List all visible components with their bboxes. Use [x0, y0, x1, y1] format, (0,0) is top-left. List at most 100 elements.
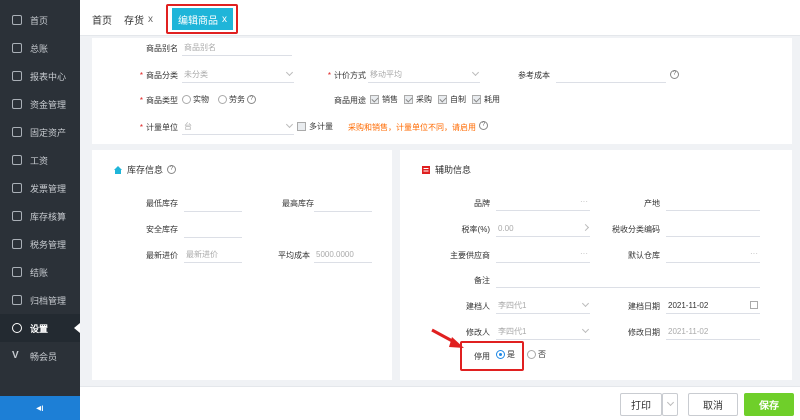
safe-stock-input[interactable]	[184, 222, 242, 238]
sidebar-item-funds[interactable]: 资金管理	[0, 90, 80, 118]
checkbox-icon	[404, 95, 413, 104]
help-icon[interactable]: ?	[167, 165, 177, 174]
home-icon	[114, 165, 122, 174]
disabled-label: 停用	[474, 352, 490, 361]
sidebar-item-assets[interactable]: 固定资产	[0, 118, 80, 146]
vip-icon: V	[12, 350, 19, 361]
cancel-button[interactable]: 取消	[688, 393, 738, 416]
modify-date-label: 修改日期	[628, 328, 660, 337]
help-icon[interactable]: ?	[479, 121, 488, 130]
salary-icon	[12, 155, 22, 165]
sidebar-item-inventory[interactable]: 库存核算	[0, 202, 80, 230]
more-icon: ···	[750, 249, 758, 258]
type-option-service[interactable]: 劳务	[218, 94, 245, 105]
category-select[interactable]: 未分类	[182, 67, 294, 83]
pricing-select[interactable]: 移动平均	[368, 67, 480, 83]
radio-icon	[527, 350, 536, 359]
sidebar-item-checkout[interactable]: 结账	[0, 258, 80, 286]
usage-option-consume[interactable]: 耗用	[472, 94, 500, 105]
pricing-label: * 计价方式	[327, 71, 366, 80]
chevron-down-icon	[285, 120, 294, 129]
tab-bar: 首页 存货 x 编辑商品 x	[80, 0, 800, 36]
default-warehouse-label: 默认仓库	[628, 251, 660, 260]
avg-cost-input[interactable]: 5000.0000	[314, 247, 372, 263]
chevron-down-icon	[471, 68, 480, 77]
sidebar-item-label: 设置	[30, 323, 49, 334]
usage-option-purchase[interactable]: 采购	[404, 94, 432, 105]
archive-icon	[12, 295, 22, 305]
ref-cost-input[interactable]	[556, 67, 666, 83]
sidebar-item-settings[interactable]: 设置	[0, 314, 80, 342]
tax-rate-input[interactable]: 0.00	[496, 221, 590, 237]
sidebar-item-tax[interactable]: 税务管理	[0, 230, 80, 258]
sidebar-item-label: 固定资产	[30, 127, 67, 138]
invoice-icon	[12, 183, 22, 193]
note-input[interactable]	[496, 272, 760, 288]
supplier-input[interactable]: ···	[496, 247, 590, 263]
sidebar-item-invoice[interactable]: 发票管理	[0, 174, 80, 202]
type-option-physical[interactable]: 实物	[182, 94, 209, 105]
sidebar-item-label: 资金管理	[30, 99, 67, 110]
help-icon[interactable]: ?	[247, 95, 256, 104]
usage-option-selfmade[interactable]: 自制	[438, 94, 466, 105]
help-icon[interactable]: ?	[670, 70, 679, 79]
print-dropdown-button[interactable]	[662, 393, 678, 416]
max-stock-input[interactable]	[314, 196, 372, 212]
disabled-option-no[interactable]: 否	[527, 349, 546, 360]
origin-input[interactable]	[666, 195, 760, 211]
aux-section-title: 辅助信息	[422, 163, 471, 176]
chart-icon	[12, 71, 22, 81]
home-icon	[12, 15, 22, 25]
radio-icon	[218, 95, 227, 104]
sidebar-item-salary[interactable]: 工资	[0, 146, 80, 174]
supplier-label: 主要供应商	[450, 251, 490, 260]
type-label: * 商品类型	[139, 96, 178, 105]
tab-label: 存货	[124, 15, 144, 27]
tab-home[interactable]: 首页	[92, 8, 112, 30]
sidebar-item-label: 畅会员	[30, 351, 58, 362]
modifier-select[interactable]: 李四代1	[496, 324, 590, 340]
inventory-panel: 库存信息 ? 最低库存 最高库存 安全库存 最新进价 最新进价 平均成本 500…	[92, 150, 392, 380]
chevron-down-icon	[285, 68, 294, 77]
unit-select[interactable]: 台	[182, 119, 294, 135]
sidebar-item-archive[interactable]: 归档管理	[0, 286, 80, 314]
sidebar-item-label: 报表中心	[30, 71, 67, 82]
checkout-icon	[12, 267, 22, 277]
checkbox-icon	[297, 122, 306, 131]
sidebar: 首页 总账 报表中心 资金管理 固定资产 工资 发票管理 库存核算 税务管理 结…	[0, 0, 80, 420]
modify-date-input[interactable]: 2021-11-02	[666, 324, 760, 340]
note-label: 备注	[474, 276, 490, 285]
print-button[interactable]: 打印	[620, 393, 662, 416]
alias-input[interactable]: 商品别名	[182, 40, 292, 56]
close-icon[interactable]: x	[148, 14, 153, 25]
save-button[interactable]: 保存	[744, 393, 794, 416]
min-stock-label: 最低库存	[146, 199, 178, 208]
multi-unit-checkbox[interactable]: 多计量	[297, 121, 333, 132]
tab-edit-product[interactable]: 编辑商品 x	[172, 8, 233, 30]
checkbox-icon	[438, 95, 447, 104]
min-stock-input[interactable]	[184, 196, 242, 212]
tax-code-input[interactable]	[666, 221, 760, 237]
sidebar-item-label: 归档管理	[30, 295, 67, 306]
tax-icon	[12, 239, 22, 249]
brand-input[interactable]: ···	[496, 195, 590, 211]
checkbox-icon	[370, 95, 379, 104]
default-warehouse-input[interactable]: ···	[666, 247, 760, 263]
gear-icon	[12, 323, 22, 333]
creator-select[interactable]: 李四代1	[496, 298, 590, 314]
more-icon: ···	[580, 197, 588, 206]
last-price-input[interactable]: 最新进价	[184, 247, 242, 263]
create-date-input[interactable]: 2021-11-02	[666, 298, 760, 314]
sidebar-item-home[interactable]: 首页	[0, 6, 80, 34]
sidebar-item-reports[interactable]: 报表中心	[0, 62, 80, 90]
sidebar-item-ledger[interactable]: 总账	[0, 34, 80, 62]
close-icon[interactable]: x	[222, 14, 227, 25]
disabled-option-yes[interactable]: 是	[496, 349, 515, 360]
creator-label: 建档人	[466, 302, 490, 311]
usage-option-sales[interactable]: 销售	[370, 94, 398, 105]
tab-inventory[interactable]: 存货 x	[124, 8, 153, 30]
sidebar-collapse-button[interactable]: ◂ı	[0, 396, 80, 420]
inventory-section-title: 库存信息 ?	[114, 163, 177, 176]
ref-cost-label: 参考成本	[518, 71, 550, 80]
sidebar-item-vip[interactable]: V 畅会员	[0, 342, 80, 370]
